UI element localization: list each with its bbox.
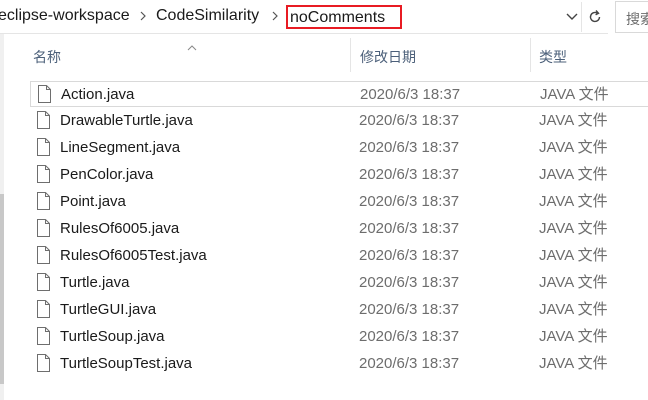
file-row[interactable]: RulesOf6005Test.java 2020/6/3 18:37 JAVA…: [30, 243, 648, 269]
file-date: 2020/6/3 18:37: [359, 328, 460, 345]
file-icon: [37, 327, 50, 345]
file-type: JAVA 文件: [539, 193, 608, 210]
file-name: RulesOf6005.java: [60, 220, 180, 237]
column-divider[interactable]: [530, 38, 531, 72]
chevron-down-icon[interactable]: [563, 9, 581, 25]
file-row[interactable]: PenColor.java 2020/6/3 18:37 JAVA 文件: [30, 162, 648, 188]
column-header-name[interactable]: 名称: [33, 47, 61, 67]
file-row[interactable]: Turtle.java 2020/6/3 18:37 JAVA 文件: [30, 270, 648, 296]
file-row[interactable]: LineSegment.java 2020/6/3 18:37 JAVA 文件: [30, 135, 648, 161]
search-box[interactable]: 搜索: [615, 1, 648, 33]
file-icon: [37, 111, 50, 129]
file-type: JAVA 文件: [539, 247, 608, 264]
scrollbar-thumb[interactable]: [0, 194, 4, 384]
column-divider[interactable]: [350, 38, 351, 72]
file-name: Turtle.java: [60, 274, 130, 291]
file-row[interactable]: TurtleSoupTest.java 2020/6/3 18:37 JAVA …: [30, 351, 648, 377]
file-date: 2020/6/3 18:37: [359, 166, 460, 183]
file-type: JAVA 文件: [539, 220, 608, 237]
chevron-right-icon[interactable]: [139, 6, 147, 31]
address-bar[interactable]: eclipse-workspace CodeSimilarity noComme…: [0, 0, 608, 34]
breadcrumb-item[interactable]: eclipse-workspace: [0, 6, 130, 26]
file-type: JAVA 文件: [539, 274, 608, 291]
file-icon: [37, 219, 50, 237]
file-row[interactable]: RulesOf6005.java 2020/6/3 18:37 JAVA 文件: [30, 216, 648, 242]
file-name: PenColor.java: [60, 166, 154, 183]
file-name: DrawableTurtle.java: [60, 112, 193, 129]
scrollbar[interactable]: [0, 34, 4, 400]
file-date: 2020/6/3 18:37: [359, 355, 460, 372]
file-date: 2020/6/3 18:37: [359, 247, 460, 264]
file-type: JAVA 文件: [539, 139, 608, 156]
column-header-row: 名称 修改日期 类型: [4, 38, 648, 72]
file-icon: [37, 273, 50, 291]
file-icon: [37, 138, 50, 156]
file-name: TurtleGUI.java: [60, 301, 157, 318]
file-type: JAVA 文件: [539, 166, 608, 183]
refresh-button[interactable]: [581, 2, 608, 32]
file-date: 2020/6/3 18:37: [359, 112, 460, 129]
file-type: JAVA 文件: [539, 301, 608, 318]
file-row[interactable]: Point.java 2020/6/3 18:37 JAVA 文件: [30, 189, 648, 215]
file-icon: [37, 354, 50, 372]
file-name: TurtleSoup.java: [60, 328, 165, 345]
file-date: 2020/6/3 18:37: [359, 301, 460, 318]
file-type: JAVA 文件: [540, 86, 609, 103]
breadcrumb-current-highlight[interactable]: noComments: [286, 5, 402, 29]
breadcrumb-current[interactable]: noComments: [290, 8, 385, 28]
file-icon: [37, 246, 50, 264]
file-row[interactable]: TurtleSoup.java 2020/6/3 18:37 JAVA 文件: [30, 324, 648, 350]
file-date: 2020/6/3 18:37: [360, 86, 461, 103]
file-icon: [37, 192, 50, 210]
file-icon: [37, 165, 50, 183]
file-name: Point.java: [60, 193, 126, 210]
file-name: Action.java: [61, 86, 135, 103]
file-date: 2020/6/3 18:37: [359, 193, 460, 210]
file-date: 2020/6/3 18:37: [359, 274, 460, 291]
file-row[interactable]: Action.java 2020/6/3 18:37 JAVA 文件: [30, 81, 648, 107]
file-name: RulesOf6005Test.java: [60, 247, 207, 264]
file-type: JAVA 文件: [539, 355, 608, 372]
sort-ascending-icon: [187, 38, 197, 51]
file-date: 2020/6/3 18:37: [359, 139, 460, 156]
file-type: JAVA 文件: [539, 328, 608, 345]
column-header-type[interactable]: 类型: [539, 47, 567, 67]
chevron-right-icon[interactable]: [271, 6, 279, 31]
file-row[interactable]: DrawableTurtle.java 2020/6/3 18:37 JAVA …: [30, 108, 648, 134]
file-name: TurtleSoupTest.java: [60, 355, 193, 372]
file-icon: [38, 85, 51, 103]
breadcrumb-item[interactable]: CodeSimilarity: [156, 6, 259, 26]
file-row[interactable]: TurtleGUI.java 2020/6/3 18:37 JAVA 文件: [30, 297, 648, 323]
search-placeholder[interactable]: 搜索: [626, 9, 648, 29]
file-name: LineSegment.java: [60, 139, 181, 156]
file-date: 2020/6/3 18:37: [359, 220, 460, 237]
refresh-icon: [587, 9, 603, 30]
file-type: JAVA 文件: [539, 112, 608, 129]
column-header-date[interactable]: 修改日期: [360, 47, 416, 67]
file-icon: [37, 300, 50, 318]
